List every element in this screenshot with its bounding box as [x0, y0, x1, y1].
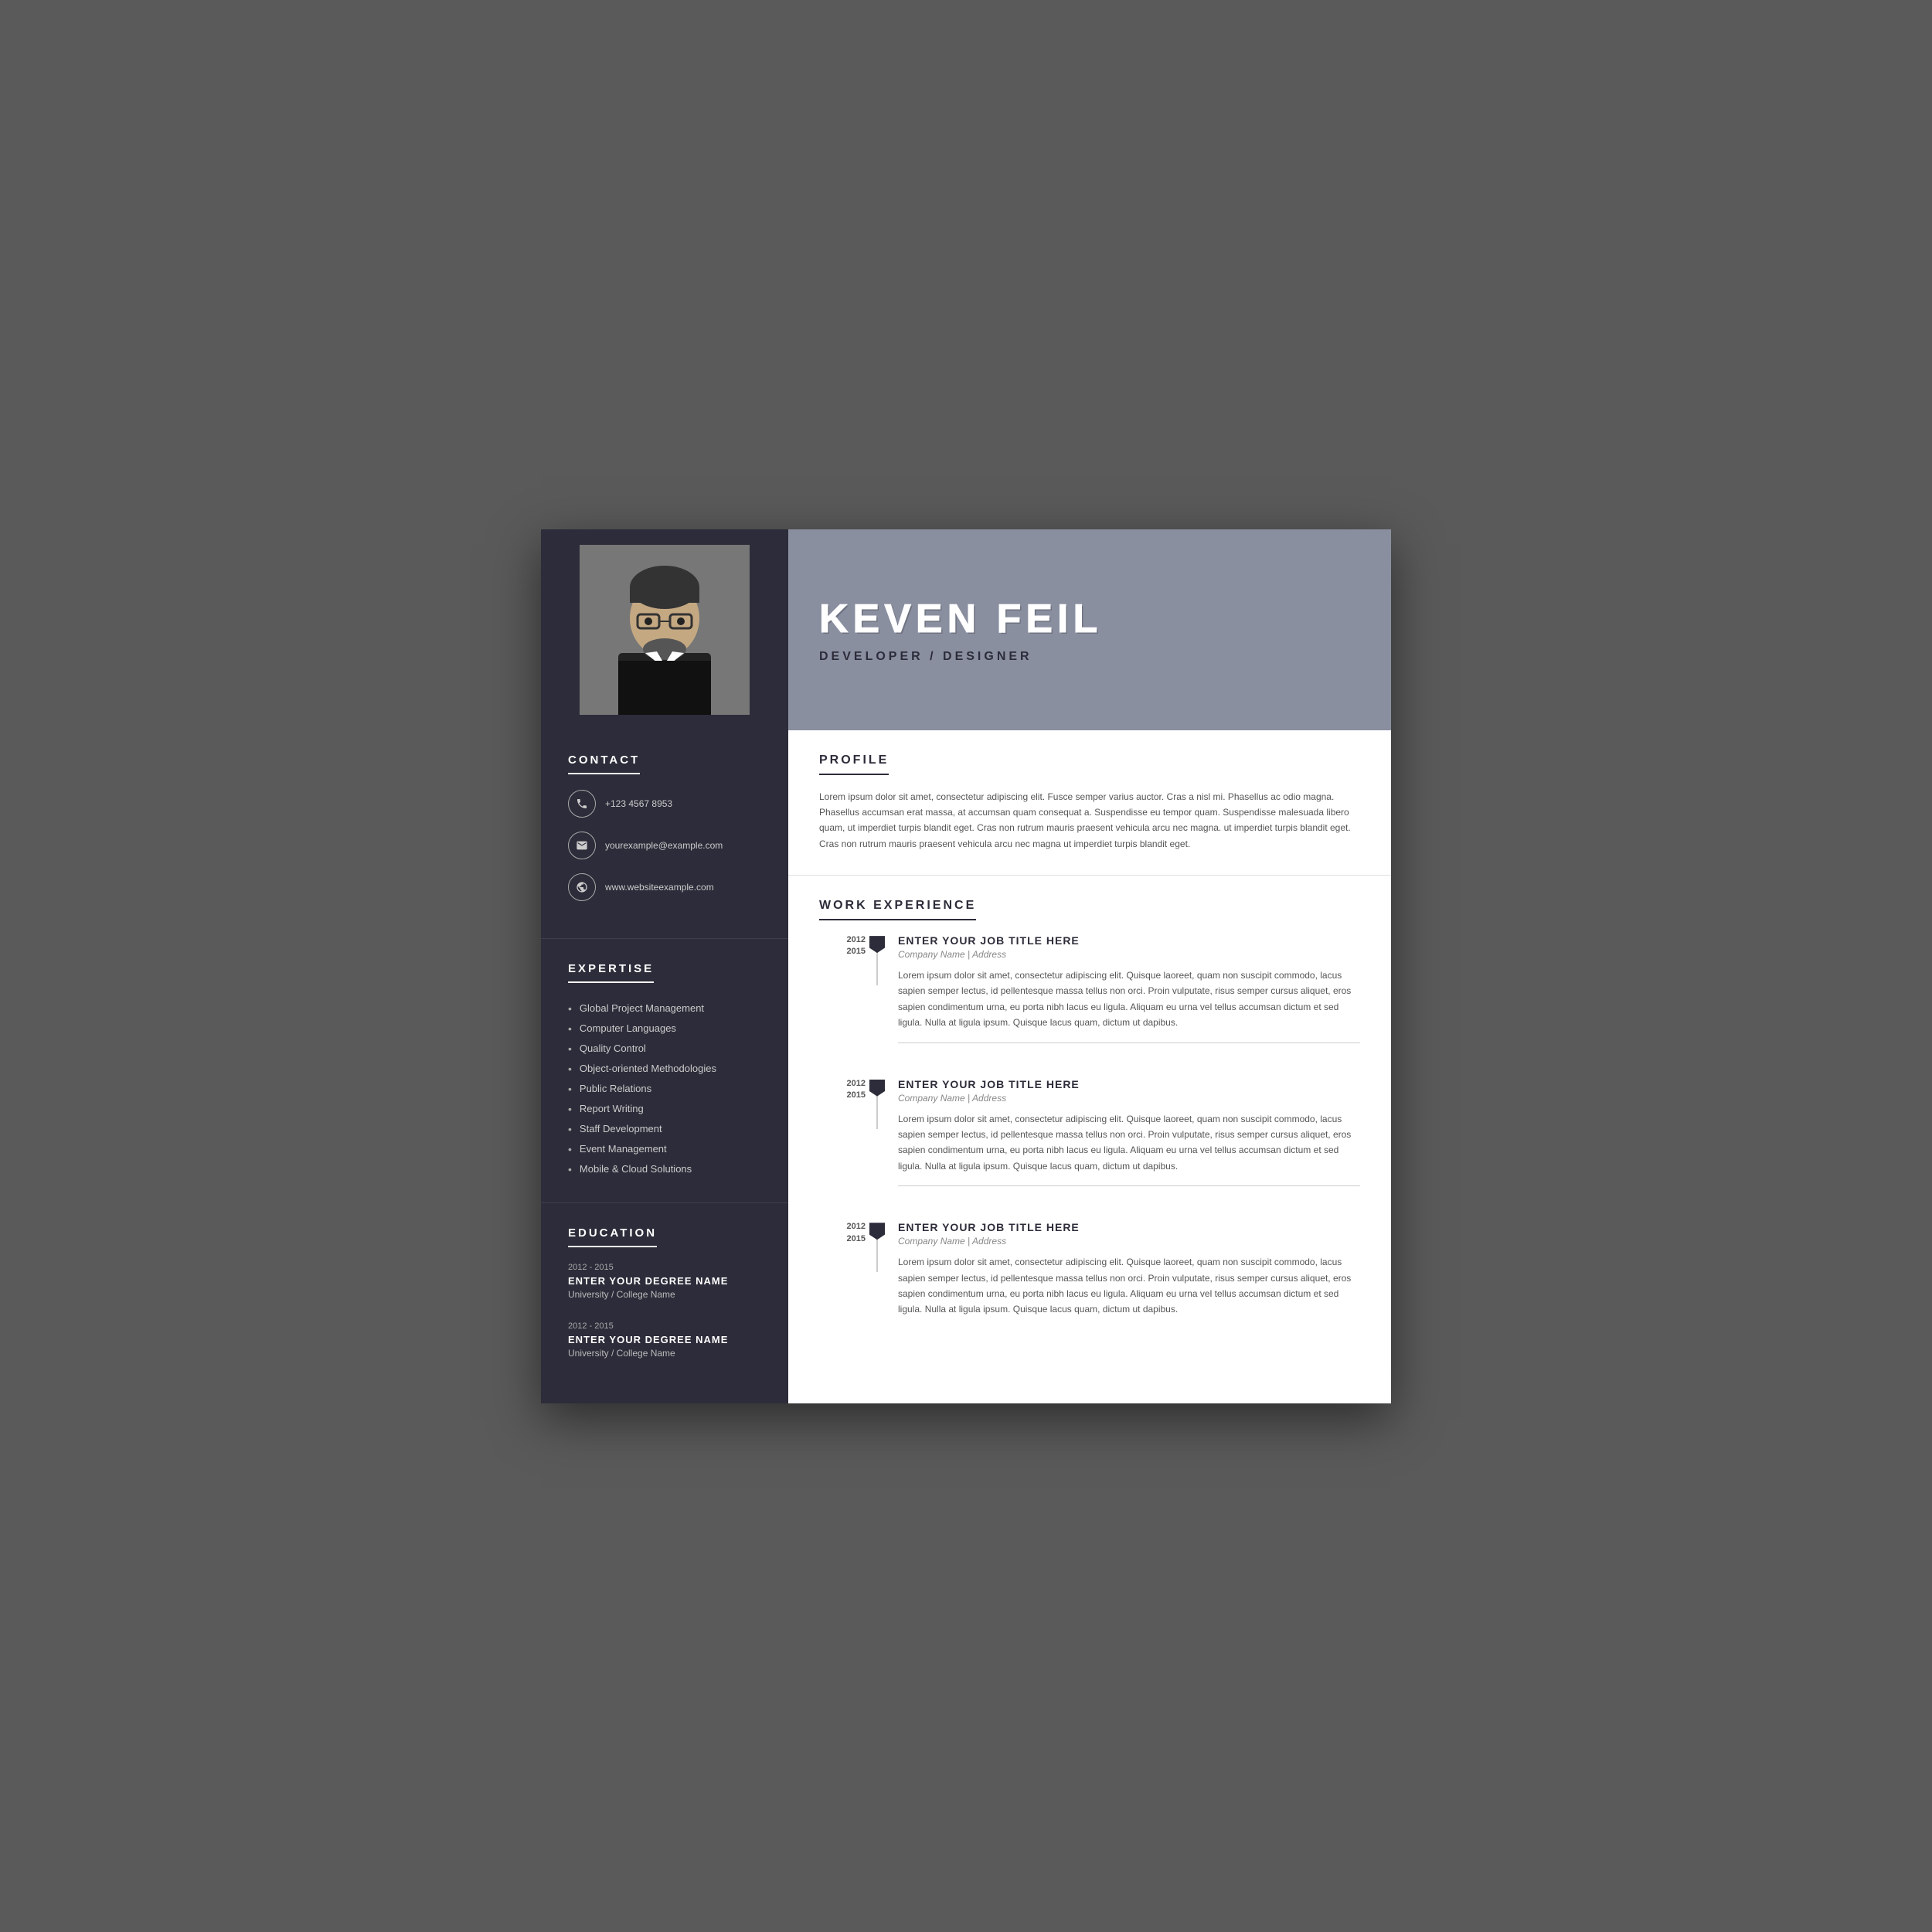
- job-years-1: 2012 2015: [819, 934, 866, 958]
- job-arrow-3: [866, 1221, 889, 1241]
- list-item: Report Writing: [568, 1099, 761, 1119]
- edu-degree-1: ENTER YOUR DEGREE NAME: [568, 1275, 761, 1287]
- job-desc-3: Lorem ipsum dolor sit amet, consectetur …: [898, 1254, 1360, 1318]
- contact-email: yourexample@example.com: [568, 832, 761, 859]
- contact-title: CONTACT: [568, 753, 640, 774]
- right-column: PROFILE Lorem ipsum dolor sit amet, cons…: [788, 730, 1391, 1403]
- list-item: Computer Languages: [568, 1019, 761, 1039]
- expertise-list: Global Project Management Computer Langu…: [568, 998, 761, 1179]
- job-company-1: Company Name | Address: [898, 949, 1360, 960]
- phone-number: +123 4567 8953: [605, 798, 672, 809]
- work-title: WORK EXPERIENCE: [819, 899, 976, 920]
- expertise-section: EXPERTISE Global Project Management Comp…: [541, 939, 788, 1203]
- edu-years-1: 2012 - 2015: [568, 1263, 761, 1272]
- list-item: Object-oriented Methodologies: [568, 1059, 761, 1079]
- website-icon: [568, 873, 596, 901]
- job-year-start-2: 2012: [819, 1078, 866, 1090]
- arrow-shape-3: [869, 1223, 885, 1240]
- list-item: Quality Control: [568, 1039, 761, 1059]
- job-arrow-1: [866, 934, 889, 954]
- job-company-2: Company Name | Address: [898, 1093, 1360, 1104]
- edu-years-2: 2012 - 2015: [568, 1321, 761, 1331]
- resume-body: CONTACT +123 4567 8953: [541, 730, 1391, 1403]
- edu-degree-2: ENTER YOUR DEGREE NAME: [568, 1334, 761, 1345]
- candidate-title: DEVELOPER / DESIGNER: [819, 650, 1360, 664]
- education-title: EDUCATION: [568, 1226, 657, 1247]
- job-desc-1: Lorem ipsum dolor sit amet, consectetur …: [898, 968, 1360, 1031]
- website-url: www.websiteexample.com: [605, 882, 714, 893]
- job-year-end-3: 2015: [819, 1233, 866, 1245]
- email-icon: [568, 832, 596, 859]
- profile-photo: [580, 545, 750, 715]
- list-item: Staff Development: [568, 1119, 761, 1139]
- job-entry-2: 2012 2015 ENTER YOUR JOB TITLE HERE Comp…: [819, 1078, 1360, 1199]
- job-years-2: 2012 2015: [819, 1078, 866, 1102]
- job-year-start-1: 2012: [819, 934, 866, 946]
- profile-title: PROFILE: [819, 753, 889, 775]
- list-item: Global Project Management: [568, 998, 761, 1019]
- job-company-3: Company Name | Address: [898, 1236, 1360, 1247]
- education-entry-1: 2012 - 2015 ENTER YOUR DEGREE NAME Unive…: [568, 1263, 761, 1300]
- job-desc-2: Lorem ipsum dolor sit amet, consectetur …: [898, 1111, 1360, 1175]
- photo-section: [541, 529, 788, 730]
- list-item: Mobile & Cloud Solutions: [568, 1159, 761, 1179]
- resume-header: KEVEN FEIL DEVELOPER / DESIGNER: [541, 529, 1391, 730]
- profile-text: Lorem ipsum dolor sit amet, consectetur …: [819, 789, 1360, 852]
- edu-university-1: University / College Name: [568, 1289, 761, 1300]
- profile-section: PROFILE Lorem ipsum dolor sit amet, cons…: [788, 730, 1391, 876]
- education-entry-2: 2012 - 2015 ENTER YOUR DEGREE NAME Unive…: [568, 1321, 761, 1359]
- education-section: EDUCATION 2012 - 2015 ENTER YOUR DEGREE …: [541, 1203, 788, 1403]
- job-year-start-3: 2012: [819, 1221, 866, 1233]
- expertise-title: EXPERTISE: [568, 962, 654, 983]
- email-address: yourexample@example.com: [605, 840, 723, 851]
- job-year-end-2: 2015: [819, 1090, 866, 1101]
- job-title-3: ENTER YOUR JOB TITLE HERE: [898, 1221, 1360, 1233]
- phone-icon: [568, 790, 596, 818]
- job-content-3: ENTER YOUR JOB TITLE HERE Company Name |…: [889, 1221, 1360, 1318]
- arrow-shape-2: [869, 1080, 885, 1097]
- resume-document: KEVEN FEIL DEVELOPER / DESIGNER CONTACT: [541, 529, 1391, 1403]
- job-arrow-2: [866, 1078, 889, 1098]
- job-content-1: ENTER YOUR JOB TITLE HERE Company Name |…: [889, 934, 1360, 1055]
- page-background: KEVEN FEIL DEVELOPER / DESIGNER CONTACT: [0, 0, 1932, 1932]
- work-experience-section: WORK EXPERIENCE 2012 2015 ENTER YOUR JOB…: [788, 876, 1391, 1364]
- job-entry-3: 2012 2015 ENTER YOUR JOB TITLE HERE Comp…: [819, 1221, 1360, 1318]
- contact-phone: +123 4567 8953: [568, 790, 761, 818]
- left-column: CONTACT +123 4567 8953: [541, 730, 788, 1403]
- job-title-2: ENTER YOUR JOB TITLE HERE: [898, 1078, 1360, 1090]
- contact-section: CONTACT +123 4567 8953: [541, 730, 788, 939]
- job-year-end-1: 2015: [819, 946, 866, 957]
- job-entry-1: 2012 2015 ENTER YOUR JOB TITLE HERE Comp…: [819, 934, 1360, 1055]
- job-title-1: ENTER YOUR JOB TITLE HERE: [898, 934, 1360, 947]
- contact-website: www.websiteexample.com: [568, 873, 761, 901]
- edu-university-2: University / College Name: [568, 1348, 761, 1359]
- candidate-name: KEVEN FEIL: [819, 596, 1360, 642]
- list-item: Event Management: [568, 1139, 761, 1159]
- arrow-shape-1: [869, 936, 885, 953]
- list-item: Public Relations: [568, 1079, 761, 1099]
- header-info: KEVEN FEIL DEVELOPER / DESIGNER: [788, 529, 1391, 730]
- job-years-3: 2012 2015: [819, 1221, 866, 1245]
- job-content-2: ENTER YOUR JOB TITLE HERE Company Name |…: [889, 1078, 1360, 1199]
- job-divider-2: [898, 1185, 1360, 1186]
